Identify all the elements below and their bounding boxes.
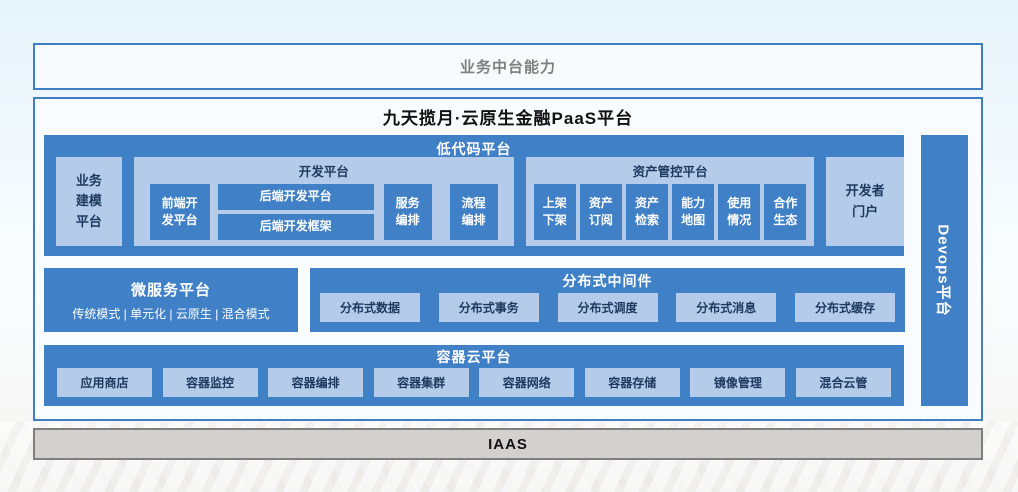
asset-item-line: 地图 xyxy=(681,212,705,229)
business-modeling-line: 建模 xyxy=(76,191,102,211)
container-item-storage: 容器存储 xyxy=(585,368,680,397)
devops-platform-label: Devops平台 xyxy=(934,224,955,316)
container-cloud-section: 容器云平台 应用商店 容器监控 容器编排 容器集群 容器网络 容器存储 镜像管理… xyxy=(44,345,904,406)
middleware-item-message: 分布式消息 xyxy=(676,293,776,322)
frontend-dev-platform-box: 前端开 发平台 xyxy=(150,184,210,240)
container-item-hybrid-cloud: 混合云管 xyxy=(796,368,891,397)
container-item-cluster: 容器集群 xyxy=(374,368,469,397)
container-item-monitoring: 容器监控 xyxy=(163,368,258,397)
devops-platform-bar: Devops平台 xyxy=(921,135,968,406)
asset-item-line: 使用 xyxy=(727,195,751,212)
asset-item-line: 合作 xyxy=(773,195,797,212)
asset-control-row: 上架 下架 资产 订阅 资产 检索 能力 地图 xyxy=(534,184,807,240)
distributed-middleware-title: 分布式中间件 xyxy=(310,268,905,289)
container-item-image-mgmt: 镜像管理 xyxy=(690,368,785,397)
iaas-label: IAAS xyxy=(488,436,528,453)
container-item-orchestration: 容器编排 xyxy=(268,368,363,397)
microservice-platform-section: 微服务平台 传统模式 | 单元化 | 云原生 | 混合模式 xyxy=(44,268,298,332)
business-modeling-line: 平台 xyxy=(76,212,102,232)
frontend-line: 前端开 xyxy=(162,195,198,212)
developer-portal-box: 开发者 门户 xyxy=(826,157,904,246)
asset-item-retrieval: 资产 检索 xyxy=(626,184,668,240)
asset-item-usage: 使用 情况 xyxy=(718,184,760,240)
iaas-bar: IAAS xyxy=(33,428,983,460)
distributed-middleware-section: 分布式中间件 分布式数据 分布式事务 分布式调度 分布式消息 分布式缓存 xyxy=(310,268,905,332)
lowcode-platform-section: 低代码平台 业务 建模 平台 开发平台 前端开 发平台 后端开发平 xyxy=(44,135,904,256)
backend-column: 后端开发平台 后端开发框架 xyxy=(218,184,374,240)
middleware-item-scheduling: 分布式调度 xyxy=(558,293,658,322)
developer-portal-line: 门户 xyxy=(852,202,878,223)
business-modeling-platform-box: 业务 建模 平台 xyxy=(56,157,122,246)
dev-platform-box: 开发平台 前端开 发平台 后端开发平台 后端开发框架 服务 编排 xyxy=(134,157,514,246)
asset-item-ecosystem: 合作 生态 xyxy=(764,184,806,240)
asset-item-line: 能力 xyxy=(681,195,705,212)
asset-control-platform-box: 资产管控平台 上架 下架 资产 订阅 资产 检索 xyxy=(526,157,815,246)
asset-item-line: 资产 xyxy=(589,195,613,212)
frontend-line: 发平台 xyxy=(162,212,198,229)
dev-platform-title: 开发平台 xyxy=(134,157,514,178)
asset-item-subscription: 资产 订阅 xyxy=(580,184,622,240)
container-cloud-title: 容器云平台 xyxy=(44,345,904,365)
middleware-item-transaction: 分布式事务 xyxy=(439,293,539,322)
container-item-app-store: 应用商店 xyxy=(57,368,152,397)
asset-control-platform-title: 资产管控平台 xyxy=(526,157,815,178)
distributed-middleware-row: 分布式数据 分布式事务 分布式调度 分布式消息 分布式缓存 xyxy=(320,293,895,322)
microservice-platform-modes: 传统模式 | 单元化 | 云原生 | 混合模式 xyxy=(72,305,269,322)
service-orchestration-box: 服务 编排 xyxy=(384,184,432,240)
paas-platform-box: 九天揽月·云原生金融PaaS平台 低代码平台 业务 建模 平台 开发平台 前端开… xyxy=(33,97,983,421)
service-orchestration-line: 编排 xyxy=(396,212,420,229)
lowcode-platform-title: 低代码平台 xyxy=(44,135,904,157)
asset-item-shelf: 上架 下架 xyxy=(534,184,576,240)
service-orchestration-line: 服务 xyxy=(396,195,420,212)
asset-item-line: 检索 xyxy=(635,212,659,229)
architecture-diagram: 业务中台能力 九天揽月·云原生金融PaaS平台 低代码平台 业务 建模 平台 开… xyxy=(0,0,1018,492)
asset-item-line: 订阅 xyxy=(589,212,613,229)
backend-dev-framework-box: 后端开发框架 xyxy=(218,214,374,240)
middleware-item-cache: 分布式缓存 xyxy=(795,293,895,322)
business-modeling-line: 业务 xyxy=(76,171,102,191)
container-item-network: 容器网络 xyxy=(479,368,574,397)
asset-item-line: 情况 xyxy=(727,212,751,229)
asset-item-capability-map: 能力 地图 xyxy=(672,184,714,240)
asset-item-line: 资产 xyxy=(635,195,659,212)
middleware-item-data: 分布式数据 xyxy=(320,293,420,322)
asset-item-line: 上架 xyxy=(543,195,567,212)
microservice-platform-title: 微服务平台 xyxy=(131,279,211,300)
asset-item-line: 生态 xyxy=(773,212,797,229)
asset-item-line: 下架 xyxy=(543,212,567,229)
process-orchestration-line: 流程 xyxy=(462,195,486,212)
process-orchestration-line: 编排 xyxy=(462,212,486,229)
lowcode-row: 业务 建模 平台 开发平台 前端开 发平台 后端开发平台 后端开发框架 xyxy=(44,157,904,246)
dev-platform-row: 前端开 发平台 后端开发平台 后端开发框架 服务 编排 流程 xyxy=(150,184,498,240)
backend-dev-platform-box: 后端开发平台 xyxy=(218,184,374,210)
paas-platform-title: 九天揽月·云原生金融PaaS平台 xyxy=(35,104,981,129)
developer-portal-line: 开发者 xyxy=(846,181,885,202)
container-cloud-row: 应用商店 容器监控 容器编排 容器集群 容器网络 容器存储 镜像管理 混合云管 xyxy=(57,368,891,397)
business-middle-platform-label: 业务中台能力 xyxy=(460,56,556,77)
process-orchestration-box: 流程 编排 xyxy=(450,184,498,240)
business-middle-platform-box: 业务中台能力 xyxy=(33,43,983,90)
